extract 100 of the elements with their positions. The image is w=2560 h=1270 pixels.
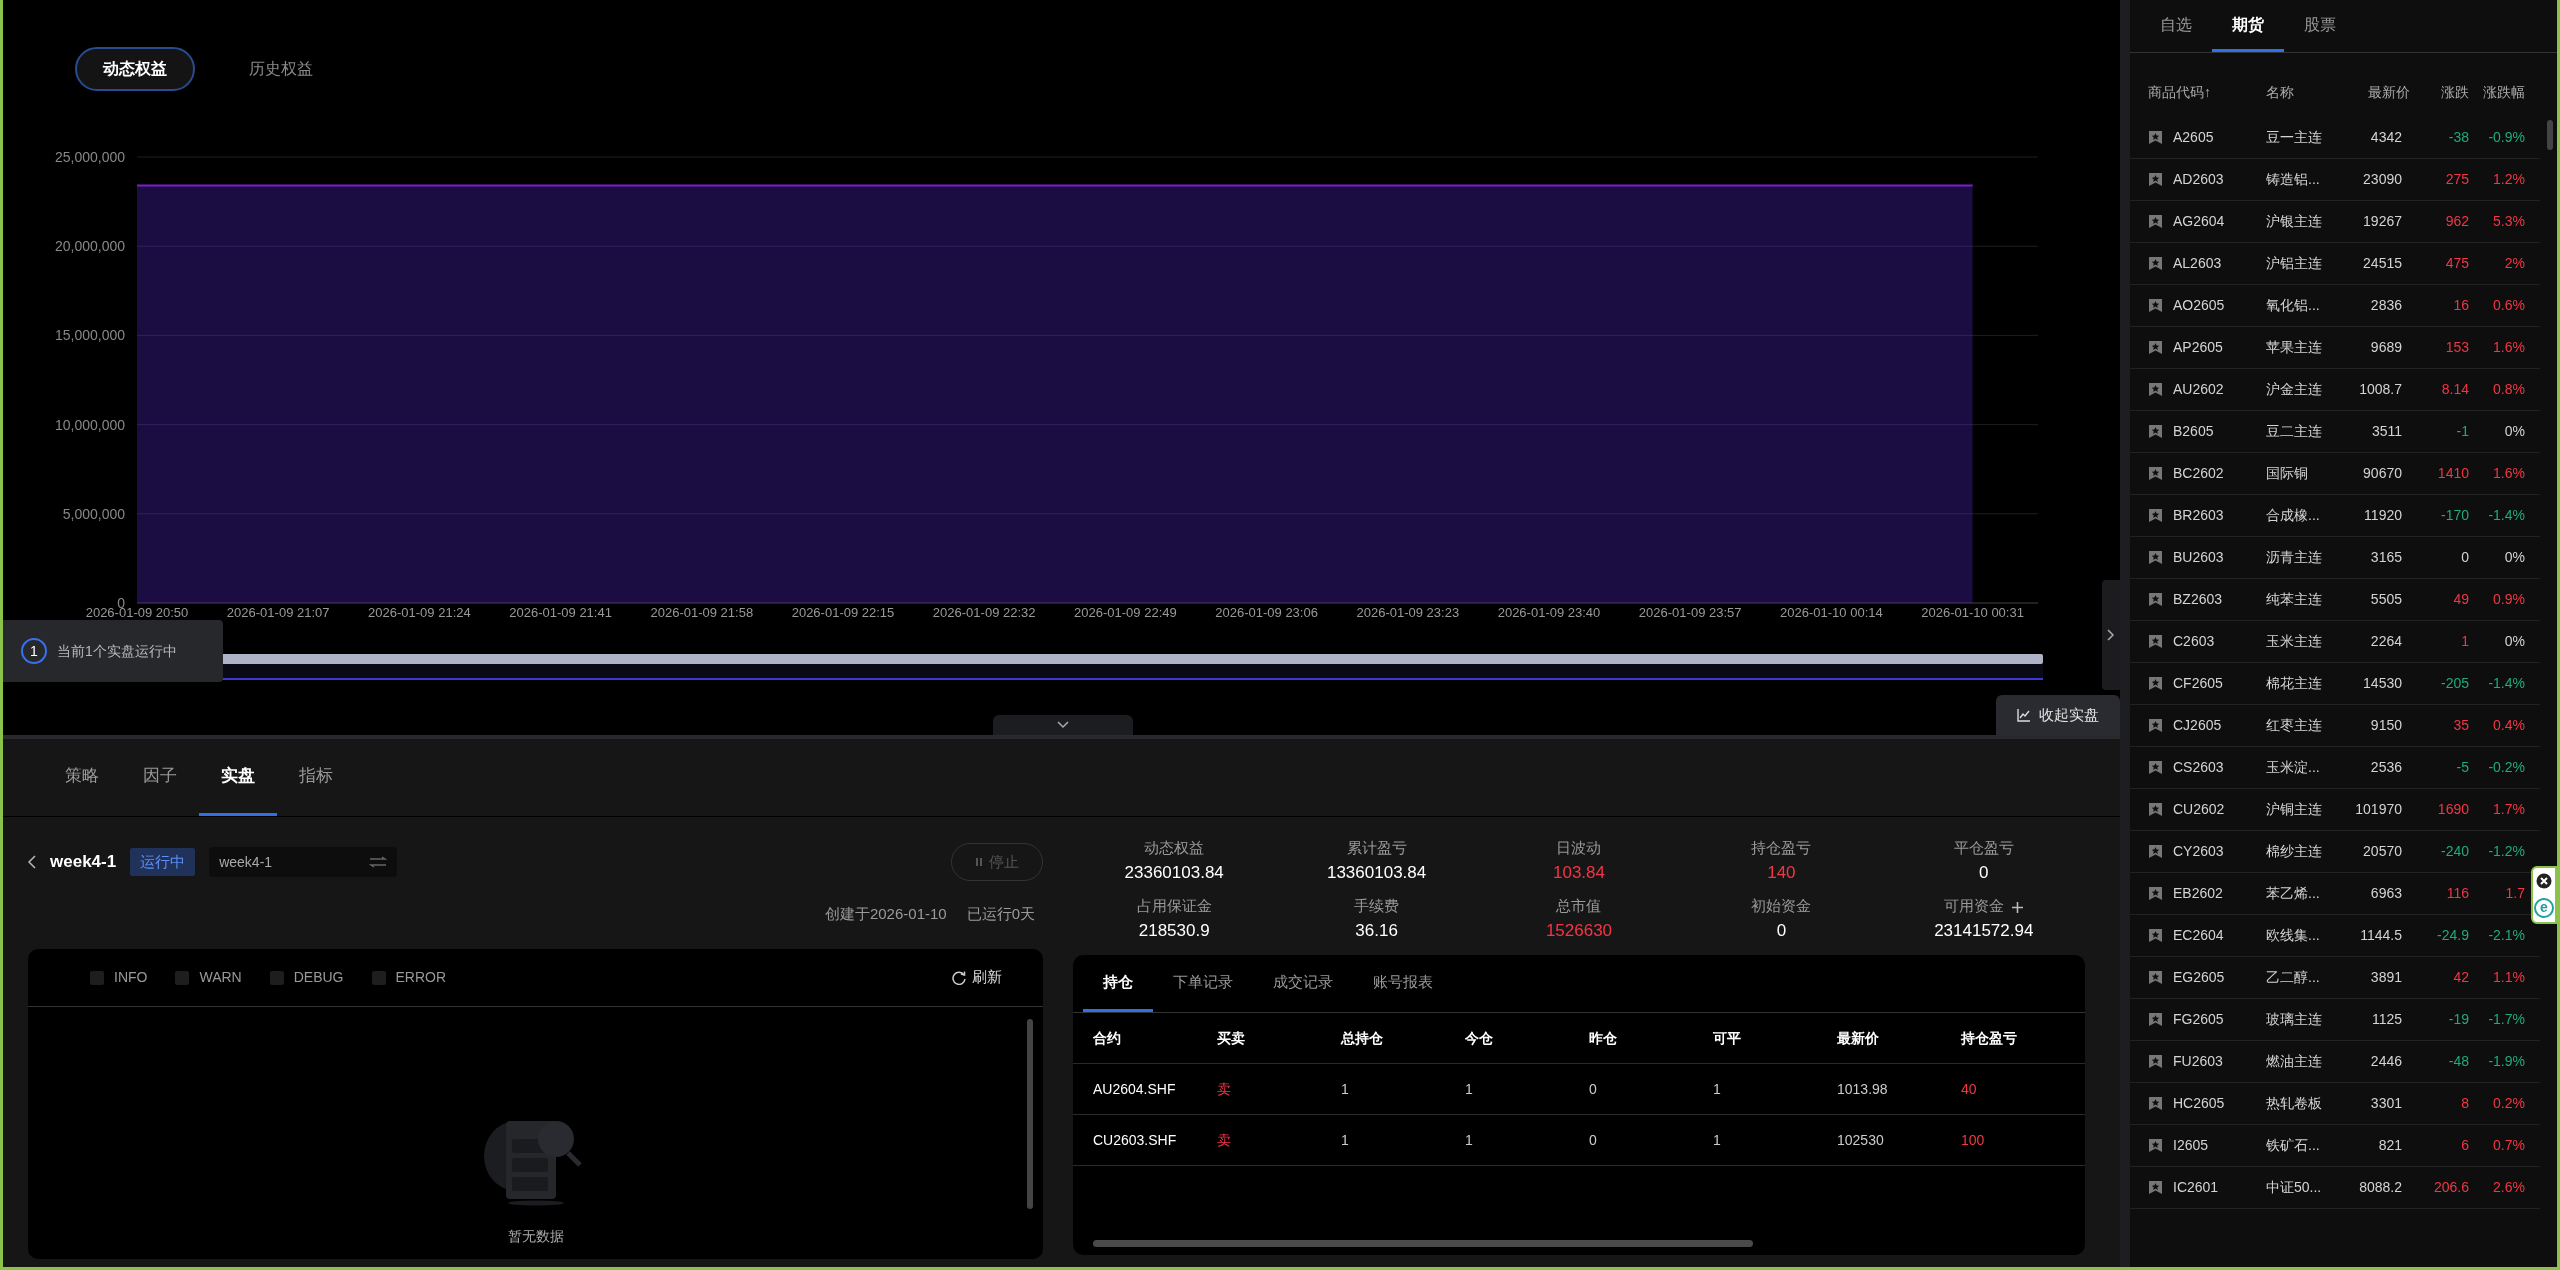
- refresh-button[interactable]: 刷新: [946, 965, 1008, 990]
- tab[interactable]: 指标: [277, 739, 355, 816]
- tab[interactable]: 因子: [121, 739, 199, 816]
- scrollbar[interactable]: [2547, 120, 2553, 150]
- bookmark-button[interactable]: [2148, 676, 2163, 691]
- bookmark-button[interactable]: [2148, 760, 2163, 775]
- collapse-handle[interactable]: [993, 715, 1133, 735]
- table-cell-text: 中证50...: [2266, 1178, 2323, 1197]
- table-cell-text: 0: [1589, 1130, 1598, 1150]
- range-slider[interactable]: [221, 654, 2043, 680]
- column-header: 最新价: [1837, 1028, 1880, 1048]
- tab[interactable]: 策略: [43, 739, 121, 816]
- running-days: 已运行0天: [966, 903, 1035, 949]
- table-cell-text: 6963: [2369, 884, 2403, 903]
- table-cell-text: -240: [2439, 842, 2469, 861]
- chart-tab[interactable]: 动态权益: [75, 47, 195, 91]
- column-header[interactable]: 商品代码↑: [2148, 81, 2266, 103]
- tab[interactable]: 自选: [2140, 0, 2212, 52]
- tab[interactable]: 股票: [2284, 0, 2356, 52]
- extension-logo: e: [2534, 897, 2554, 918]
- table-cell-text: AL2603: [2173, 254, 2222, 273]
- table-cell-text: -19: [2447, 1010, 2469, 1029]
- table-cell-text: 欧线集...: [2266, 926, 2321, 945]
- column-header: 买卖: [1217, 1028, 1246, 1048]
- collapse-button[interactable]: 收起实盘: [1996, 695, 2120, 735]
- table-cell-text: BR2603: [2173, 506, 2224, 525]
- bookmark-button[interactable]: [2148, 1180, 2163, 1195]
- bookmark-button[interactable]: [2148, 508, 2163, 523]
- back-button[interactable]: [28, 855, 36, 869]
- bookmark-button[interactable]: [2148, 970, 2163, 985]
- bookmark-button[interactable]: [2148, 886, 2163, 901]
- bookmark-star-icon: [2148, 844, 2163, 859]
- stat-label: 占用保证金: [1136, 897, 1212, 914]
- tab[interactable]: 持仓: [1083, 955, 1153, 1012]
- bookmark-button[interactable]: [2148, 1012, 2163, 1027]
- bookmark-button[interactable]: [2148, 592, 2163, 607]
- stat-value: 23141572.94: [1933, 919, 2035, 942]
- bookmark-button[interactable]: [2148, 1138, 2163, 1153]
- bookmark-button[interactable]: [2148, 424, 2163, 439]
- scrollbar[interactable]: [1093, 1240, 1753, 1247]
- bookmark-star-icon: [2148, 592, 2163, 607]
- table-cell-text: 475: [2444, 254, 2469, 273]
- table-cell-text: 0.2%: [2492, 1094, 2525, 1113]
- checkbox[interactable]: [269, 970, 284, 985]
- table-cell-text: EC2604: [2173, 926, 2224, 945]
- stat-label: 手续费: [1354, 897, 1400, 914]
- table-cell-text: FG2605: [2173, 1010, 2224, 1029]
- checkbox[interactable]: [90, 970, 104, 985]
- bookmark-star-icon: [2148, 802, 2163, 817]
- table-cell-text: 2%: [2503, 254, 2525, 273]
- bookmark-button[interactable]: [2148, 298, 2163, 313]
- bookmark-button[interactable]: [2148, 844, 2163, 859]
- table-cell-text: 4342: [2369, 128, 2403, 147]
- bookmark-button[interactable]: [2148, 256, 2163, 271]
- bookmark-button[interactable]: [2148, 382, 2163, 397]
- bookmark-button[interactable]: [2148, 130, 2163, 145]
- bookmark-button[interactable]: [2148, 1096, 2163, 1111]
- column-header: 名称: [2266, 82, 2295, 102]
- tab[interactable]: 成交记录: [1253, 955, 1353, 1012]
- add-button[interactable]: [2011, 900, 2025, 914]
- table-cell-text: -48: [2447, 1052, 2469, 1071]
- tab[interactable]: 期货: [2212, 0, 2284, 52]
- bookmark-star-icon: [2148, 886, 2163, 901]
- table-cell-text: 35: [2452, 716, 2469, 735]
- column-header: 持仓盈亏: [1961, 1028, 2018, 1048]
- tab[interactable]: 下单记录: [1153, 955, 1253, 1012]
- axis-label: 2026-01-09 22:49: [1074, 605, 1177, 620]
- checkbox[interactable]: [371, 970, 386, 985]
- bookmark-button[interactable]: [2148, 928, 2163, 943]
- tab[interactable]: 账号报表: [1353, 955, 1453, 1012]
- table-cell-text: 20570: [2362, 842, 2403, 861]
- table-cell-text: 豆二主连: [2266, 422, 2323, 441]
- tab[interactable]: 实盘: [199, 739, 277, 816]
- column-header: 涨跌幅: [2482, 82, 2525, 102]
- bookmark-star-icon: [2148, 550, 2163, 565]
- chart-tab[interactable]: 历史权益: [223, 49, 339, 89]
- table-cell-text: 206.6: [2432, 1178, 2469, 1197]
- bookmark-button[interactable]: [2148, 718, 2163, 733]
- table-cell-text: 90670: [2362, 464, 2403, 483]
- bookmark-star-icon: [2148, 214, 2163, 229]
- axis-label: 2026-01-09 21:58: [650, 605, 754, 620]
- scrollbar[interactable]: [1027, 1019, 1033, 1209]
- table-cell-text: CU2603.SHF: [1093, 1130, 1178, 1150]
- bookmark-button[interactable]: [2148, 802, 2163, 817]
- pause-icon: [975, 857, 983, 867]
- strategy-select[interactable]: week4-1: [209, 847, 398, 877]
- stat-value: 140: [1766, 861, 1797, 884]
- checkbox[interactable]: [175, 970, 190, 985]
- bookmark-button[interactable]: [2148, 214, 2163, 229]
- bookmark-button[interactable]: [2148, 550, 2163, 565]
- table-cell-text: 玉米主连: [2266, 632, 2323, 651]
- checkbox-label: ERROR: [395, 968, 447, 987]
- bookmark-button[interactable]: [2148, 340, 2163, 355]
- table-cell-text: 棉花主连: [2266, 674, 2323, 693]
- bookmark-button[interactable]: [2148, 466, 2163, 481]
- bookmark-button[interactable]: [2148, 634, 2163, 649]
- bookmark-button[interactable]: [2148, 172, 2163, 187]
- table-cell-text: 100: [1961, 1130, 1986, 1150]
- table-cell-text: 821: [2377, 1136, 2403, 1155]
- bookmark-button[interactable]: [2148, 1054, 2163, 1069]
